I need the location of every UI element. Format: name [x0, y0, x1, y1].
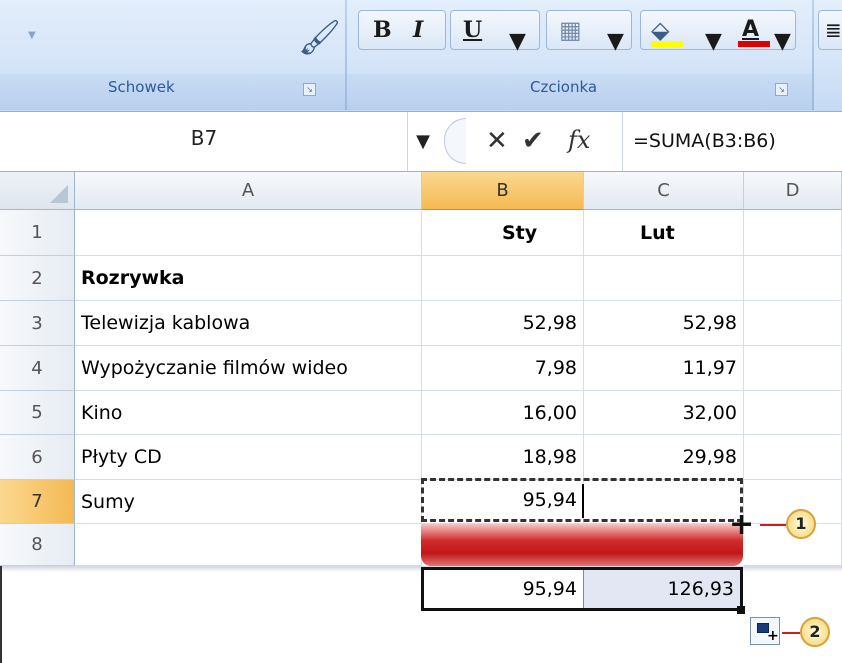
- fill-dropdown-icon[interactable]: ▼: [705, 23, 722, 61]
- row-header-6[interactable]: 6: [0, 435, 75, 480]
- callout-2: 2: [800, 617, 830, 647]
- autofill-options-icon[interactable]: +: [750, 617, 780, 645]
- cell-a4[interactable]: Wypożyczanie filmów wideo: [75, 346, 422, 391]
- font-color-dropdown-icon[interactable]: ▼: [774, 23, 791, 61]
- row-header-7[interactable]: 7: [0, 480, 75, 524]
- cell-b6[interactable]: 18,98: [422, 435, 584, 480]
- formula-input[interactable]: =SUMA(B3:B6): [622, 112, 842, 171]
- column-header-a[interactable]: A: [75, 172, 422, 210]
- callout-leader-1: [760, 524, 786, 526]
- lower-sheet-border: [0, 566, 2, 663]
- cell-c3[interactable]: 52,98: [584, 301, 744, 346]
- bold-button[interactable]: B: [373, 11, 392, 49]
- result-cell-b[interactable]: 95,94: [424, 570, 584, 608]
- clipboard-dialog-launcher-icon[interactable]: ↘: [303, 83, 316, 96]
- italic-button[interactable]: I: [413, 11, 423, 49]
- result-cell-c[interactable]: 126,93: [584, 570, 740, 608]
- ribbon-separator: [345, 0, 347, 110]
- cell-a3[interactable]: Telewizja kablowa: [75, 301, 422, 346]
- underline-button-group: U ▼: [450, 10, 540, 54]
- row-header-8[interactable]: 8: [0, 524, 75, 566]
- cell-c4[interactable]: 11,97: [584, 346, 744, 391]
- insert-function-icon[interactable]: fx: [568, 126, 590, 154]
- cancel-icon[interactable]: ✕: [486, 126, 508, 156]
- fill-color-swatch: [651, 41, 683, 47]
- ribbon: ▼ 🖌 Schowek ↘ B I U ▼ ▦ ▼ ⬙ ▼ A ▼ Czcion…: [0, 0, 842, 112]
- borders-icon: ▦: [559, 16, 582, 44]
- cell-c1[interactable]: Lut: [584, 210, 744, 256]
- column-header-d[interactable]: D: [744, 172, 842, 210]
- paste-dropdown-arrow[interactable]: ▼: [28, 30, 36, 41]
- result-range[interactable]: 95,94 126,93: [421, 567, 743, 611]
- name-box-dropdown-icon[interactable]: ▼: [408, 112, 438, 171]
- column-header-b[interactable]: B: [422, 172, 584, 210]
- cell-a6[interactable]: Płyty CD: [75, 435, 422, 480]
- cell-b2[interactable]: [422, 256, 584, 301]
- cell-b3[interactable]: 52,98: [422, 301, 584, 346]
- font-color-swatch: [738, 41, 770, 47]
- name-box-value: B7: [190, 126, 218, 150]
- row-header-1[interactable]: 1: [0, 210, 75, 256]
- select-all-corner[interactable]: [0, 172, 75, 210]
- cell-a8[interactable]: [75, 524, 422, 566]
- cell-c2[interactable]: [584, 256, 744, 301]
- font-dialog-launcher-icon[interactable]: ↘: [775, 83, 788, 96]
- cell-d3[interactable]: [744, 301, 842, 346]
- text-cursor: [582, 484, 584, 518]
- bold-italic-button-group: B I: [358, 10, 446, 50]
- row-header-3[interactable]: 3: [0, 301, 75, 346]
- formula-bar-cap: [444, 118, 466, 164]
- column-header-c[interactable]: C: [584, 172, 744, 210]
- fill-handle[interactable]: [737, 606, 745, 614]
- borders-button[interactable]: ▦ ▼: [546, 10, 632, 54]
- enter-check-icon[interactable]: ✔: [522, 126, 544, 156]
- font-group-label: Czcionka: [530, 78, 598, 96]
- autofill-plus-icon: +: [767, 628, 779, 644]
- borders-dropdown-icon[interactable]: ▼: [607, 23, 624, 61]
- callout-1: 1: [786, 509, 816, 539]
- row-header-4[interactable]: 4: [0, 346, 75, 391]
- formula-buttons: ✕ ✔ fx: [438, 112, 622, 171]
- format-painter-icon[interactable]: 🖌: [298, 18, 341, 58]
- cell-b1[interactable]: Sty: [422, 210, 584, 256]
- align-button[interactable]: ≣: [818, 10, 842, 50]
- fill-crosshair-icon[interactable]: +: [729, 510, 754, 540]
- clipboard-group-label: Schowek: [108, 78, 175, 96]
- font-color-button[interactable]: A ▼: [728, 10, 796, 54]
- row-header-2[interactable]: 2: [0, 256, 75, 301]
- formula-bar: B7 ▼ ✕ ✔ fx =SUMA(B3:B6): [0, 112, 842, 172]
- cell-c6[interactable]: 29,98: [584, 435, 744, 480]
- cell-b5[interactable]: 16,00: [422, 391, 584, 435]
- cell-a2[interactable]: Rozrywka: [75, 256, 422, 301]
- cell-a7[interactable]: Sumy: [75, 480, 422, 524]
- drag-preview-band: [421, 524, 743, 566]
- align-icon: ≣: [825, 18, 842, 42]
- name-box[interactable]: B7: [0, 112, 408, 171]
- cell-d6[interactable]: [744, 435, 842, 480]
- row-header-5[interactable]: 5: [0, 391, 75, 435]
- cell-a5[interactable]: Kino: [75, 391, 422, 435]
- cell-d5[interactable]: [744, 391, 842, 435]
- cell-b4[interactable]: 7,98: [422, 346, 584, 391]
- cell-a1[interactable]: [75, 210, 422, 256]
- cell-c5[interactable]: 32,00: [584, 391, 744, 435]
- ribbon-separator-2: [812, 0, 814, 110]
- fill-color-button[interactable]: ⬙ ▼: [640, 10, 740, 54]
- cell-d2[interactable]: [744, 256, 842, 301]
- callout-leader-2: [782, 632, 800, 634]
- underline-dropdown-icon[interactable]: ▼: [509, 23, 526, 61]
- underline-button[interactable]: U: [463, 11, 482, 49]
- cell-d4[interactable]: [744, 346, 842, 391]
- cell-d1[interactable]: [744, 210, 842, 256]
